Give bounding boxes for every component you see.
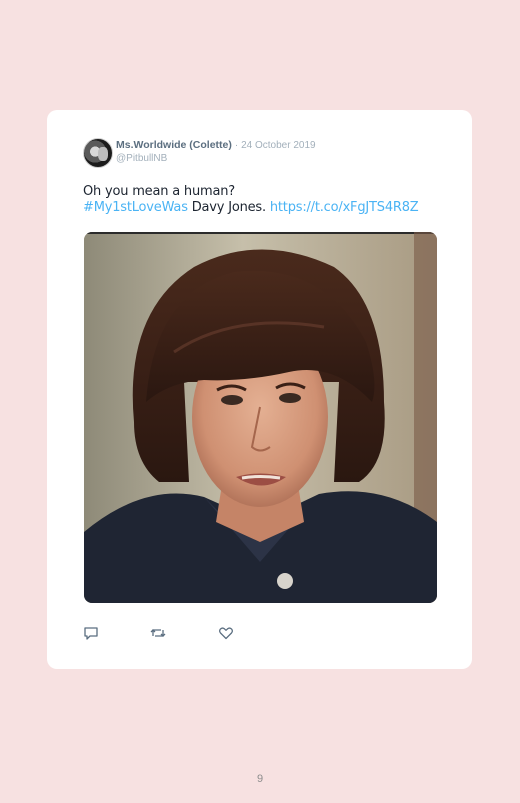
tweet-header: Ms.Worldwide (Colette) · 24 October 2019 bbox=[116, 139, 316, 151]
display-name[interactable]: Ms.Worldwide (Colette) bbox=[116, 139, 232, 151]
tweet-card: Ms.Worldwide (Colette) · 24 October 2019… bbox=[47, 110, 472, 669]
tweet-date[interactable]: 24 October 2019 bbox=[241, 140, 316, 151]
reply-icon[interactable] bbox=[83, 625, 99, 641]
user-handle[interactable]: @PitbullNB bbox=[116, 153, 167, 164]
tweet-photo[interactable] bbox=[84, 232, 437, 603]
url-link[interactable]: https://t.co/xFgJTS4R8Z bbox=[270, 200, 419, 215]
hashtag-link[interactable]: #My1stLoveWas bbox=[83, 200, 188, 215]
header-separator: · bbox=[234, 140, 239, 151]
tweet-text-line2: #My1stLoveWas Davy Jones. https://t.co/x… bbox=[83, 200, 419, 216]
heart-icon[interactable] bbox=[218, 625, 234, 641]
tweet-actions bbox=[83, 625, 283, 641]
page-number: 9 bbox=[256, 773, 264, 785]
tweet-text-mid: Davy Jones. bbox=[187, 200, 270, 215]
tweet-text-line1: Oh you mean a human? bbox=[83, 184, 235, 199]
photo-portrait-image bbox=[84, 232, 437, 603]
tweet-text: Oh you mean a human? #My1stLoveWas Davy … bbox=[83, 184, 419, 216]
retweet-icon[interactable] bbox=[150, 625, 166, 641]
avatar[interactable] bbox=[83, 138, 113, 168]
